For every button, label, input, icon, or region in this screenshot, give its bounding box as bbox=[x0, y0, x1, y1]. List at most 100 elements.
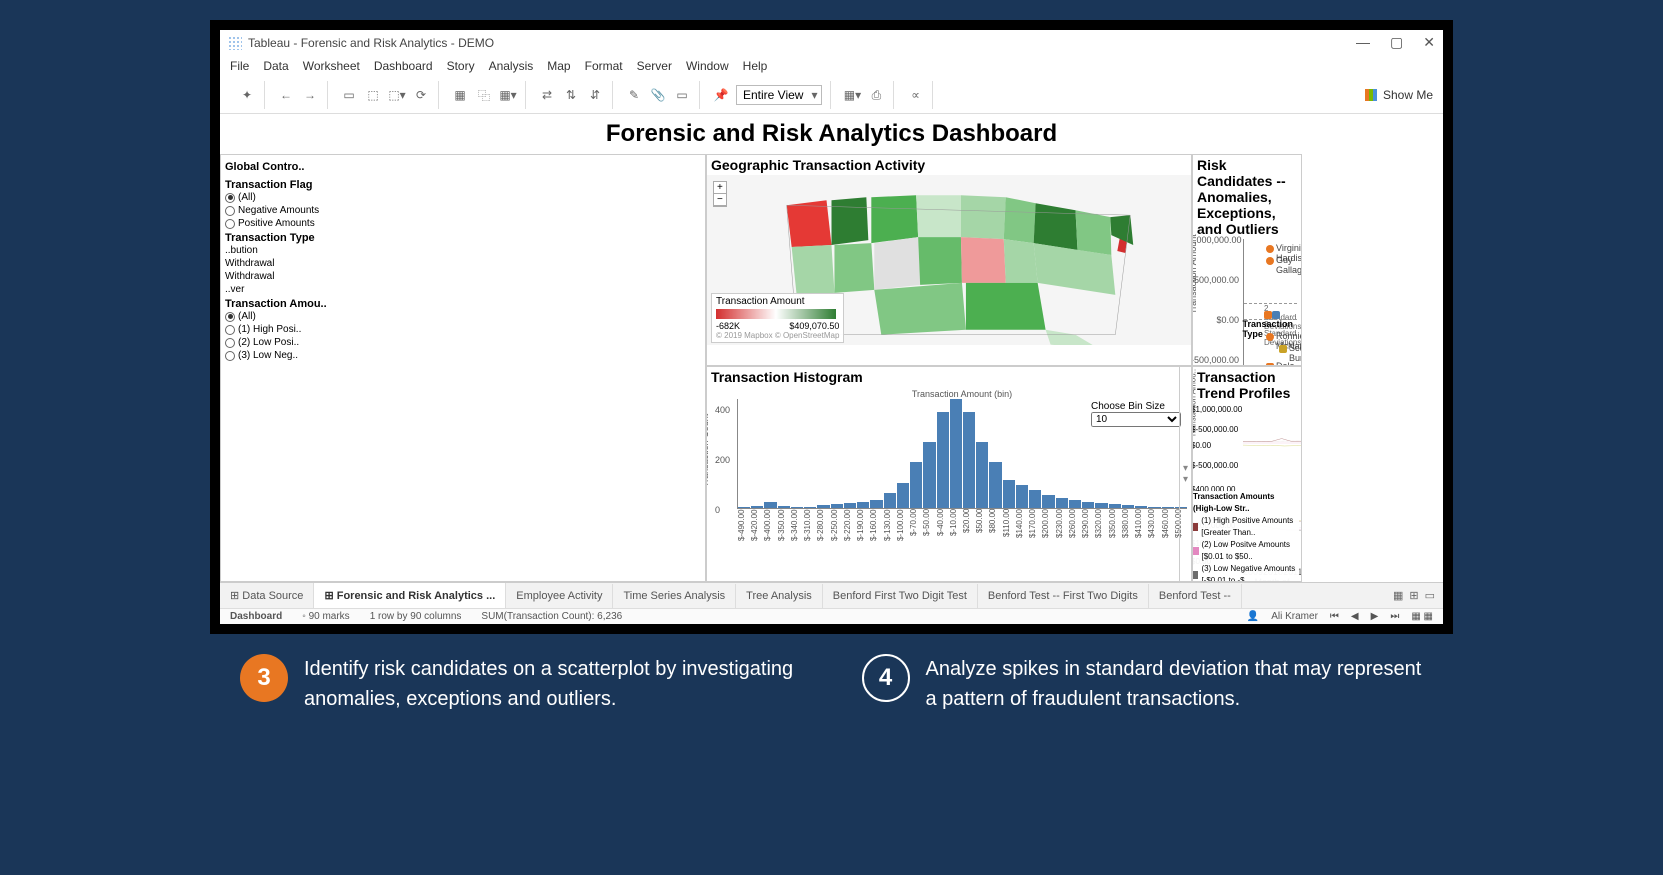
trend-body[interactable]: Transaction Amou.. Transaction A.. $1,00… bbox=[1193, 403, 1301, 582]
histogram-bar bbox=[1109, 504, 1121, 508]
menu-worksheet[interactable]: Worksheet bbox=[303, 59, 360, 73]
view-mode-select[interactable]: Entire View bbox=[736, 85, 822, 105]
histogram-bar bbox=[870, 500, 882, 508]
sort-asc-icon[interactable]: ⇅ bbox=[562, 86, 580, 104]
forward-icon[interactable]: → bbox=[301, 86, 319, 104]
histogram-bar bbox=[937, 412, 949, 508]
tab-dashboard[interactable]: ⊞ Forensic and Risk Analytics ... bbox=[314, 583, 506, 608]
menu-server[interactable]: Server bbox=[637, 59, 672, 73]
menu-file[interactable]: File bbox=[230, 59, 249, 73]
app-frame: Tableau - Forensic and Risk Analytics - … bbox=[210, 20, 1453, 634]
histogram-bar bbox=[1148, 507, 1160, 508]
nav-first-icon[interactable]: ⏮ bbox=[1330, 611, 1339, 622]
back-icon[interactable]: ← bbox=[277, 86, 295, 104]
tableau-icon[interactable]: ✦ bbox=[238, 86, 256, 104]
flag-neg[interactable]: Negative Amounts bbox=[225, 204, 701, 217]
highlight-icon[interactable]: ✎ bbox=[625, 86, 643, 104]
histogram-bar bbox=[884, 493, 896, 508]
duplicate-icon[interactable]: ⿻ bbox=[475, 86, 493, 104]
menu-dashboard[interactable]: Dashboard bbox=[374, 59, 433, 73]
bin-size-select[interactable]: Choose Bin Size 10 bbox=[1091, 401, 1181, 427]
menu-map[interactable]: Map bbox=[547, 59, 570, 73]
swap-icon[interactable]: ⇄ bbox=[538, 86, 556, 104]
flag-pos[interactable]: Positive Amounts bbox=[225, 217, 701, 230]
tab-benford1[interactable]: Benford First Two Digit Test bbox=[823, 584, 978, 608]
nav-prev-icon[interactable]: ◀ bbox=[1351, 611, 1359, 622]
maximize-button[interactable]: ▢ bbox=[1390, 34, 1403, 51]
histogram-bar bbox=[804, 507, 816, 508]
minimize-button[interactable]: — bbox=[1356, 34, 1370, 51]
histogram-panel: Transaction Histogram Transaction Count … bbox=[706, 366, 1192, 582]
refresh-icon[interactable]: ⟳ bbox=[412, 86, 430, 104]
map-zoom-controls[interactable]: +− bbox=[713, 181, 727, 207]
clear-icon[interactable]: ▦▾ bbox=[499, 86, 517, 104]
histogram-bar bbox=[1162, 507, 1174, 508]
histogram-bar bbox=[738, 507, 750, 508]
callout-4: 4 Analyze spikes in standard deviation t… bbox=[862, 654, 1424, 714]
map-area[interactable]: +− Transaction Amount -682K $409,070.50 … bbox=[707, 175, 1191, 345]
close-button[interactable]: ✕ bbox=[1423, 34, 1435, 51]
histogram-bar bbox=[1082, 502, 1094, 508]
toolbar: ✦ ← → ▭ ⬚ ⬚▾ ⟳ ▦ ⿻ ▦▾ ⇄ ⇅ ⇵ ✎ 📎 ▭ 📌 Enti… bbox=[220, 77, 1443, 114]
menu-data[interactable]: Data bbox=[263, 59, 288, 73]
tab-data-source[interactable]: ⊞ Data Source bbox=[220, 583, 314, 608]
filters-panel: Global Contro.. Transaction Flag (All) N… bbox=[220, 154, 706, 582]
histogram-bar bbox=[1095, 503, 1107, 508]
nav-last-icon[interactable]: ⏭ bbox=[1390, 611, 1399, 622]
histogram-bar bbox=[1069, 500, 1081, 508]
scatter-body[interactable]: Transaction Amount $1,000,000.00 $500,00… bbox=[1193, 239, 1301, 366]
flag-all[interactable]: (All) bbox=[225, 191, 701, 204]
pin-icon[interactable]: 📌 bbox=[712, 86, 730, 104]
labels-icon[interactable]: ▭ bbox=[673, 86, 691, 104]
new-sheet-icon[interactable]: ▦ bbox=[1393, 589, 1403, 602]
refresh-data-icon[interactable]: ⬚▾ bbox=[388, 86, 406, 104]
tab-benford2[interactable]: Benford Test -- First Two Digits bbox=[978, 584, 1149, 608]
menu-analysis[interactable]: Analysis bbox=[489, 59, 534, 73]
histogram-bar bbox=[897, 483, 909, 508]
presentation-icon[interactable]: ▦▾ bbox=[843, 86, 861, 104]
show-me-icon bbox=[1365, 89, 1377, 101]
histogram-body[interactable]: Transaction Count Transaction Amount (bi… bbox=[707, 387, 1191, 577]
trend-panel: Transaction Trend Profiles Transaction A… bbox=[1192, 366, 1302, 582]
group-icon[interactable]: 📎 bbox=[649, 86, 667, 104]
tab-tree[interactable]: Tree Analysis bbox=[736, 584, 823, 608]
nav-next-icon[interactable]: ▶ bbox=[1371, 611, 1379, 622]
histogram-bar bbox=[857, 502, 869, 508]
tab-benford3[interactable]: Benford Test -- bbox=[1149, 584, 1242, 608]
map-legend: Transaction Amount -682K $409,070.50 © 2… bbox=[711, 293, 844, 343]
share-icon[interactable]: ∝ bbox=[906, 86, 924, 104]
trend-title: Transaction Trend Profiles bbox=[1193, 367, 1301, 403]
new-story-icon[interactable]: ▭ bbox=[1425, 589, 1435, 602]
sort-desc-icon[interactable]: ⇵ bbox=[586, 86, 604, 104]
save-icon[interactable]: ▭ bbox=[340, 86, 358, 104]
menu-format[interactable]: Format bbox=[585, 59, 623, 73]
show-me-button[interactable]: Show Me bbox=[1365, 88, 1433, 102]
histogram-title: Transaction Histogram bbox=[707, 367, 1191, 387]
zoom-icon[interactable]: ▦ ▦ bbox=[1411, 611, 1433, 622]
histogram-bar bbox=[963, 412, 975, 508]
new-worksheet-icon[interactable]: ▦ bbox=[451, 86, 469, 104]
trend-legend: Transaction Amounts (High-Low Str.. (1) … bbox=[1193, 491, 1299, 582]
user-icon: 👤 bbox=[1247, 611, 1259, 622]
histogram-bar bbox=[817, 505, 829, 508]
scatter-panel: Risk Candidates -- Anomalies, Exceptions… bbox=[1192, 154, 1302, 366]
new-dashboard-icon[interactable]: ⊞ bbox=[1409, 589, 1418, 602]
download-icon[interactable]: ⎙ bbox=[867, 86, 885, 104]
trend-chart-top bbox=[1243, 403, 1301, 483]
panel-handle[interactable]: ▾▾ bbox=[1179, 367, 1191, 581]
menu-window[interactable]: Window bbox=[686, 59, 729, 73]
histogram-bar bbox=[950, 399, 962, 508]
menu-story[interactable]: Story bbox=[447, 59, 475, 73]
menu-help[interactable]: Help bbox=[743, 59, 768, 73]
histogram-bar bbox=[923, 442, 935, 508]
histogram-bar bbox=[778, 506, 790, 508]
scatter-title: Risk Candidates -- Anomalies, Exceptions… bbox=[1193, 155, 1301, 239]
new-data-icon[interactable]: ⬚ bbox=[364, 86, 382, 104]
tab-employee[interactable]: Employee Activity bbox=[506, 584, 613, 608]
histogram-bar bbox=[1042, 495, 1054, 508]
callout-3: 3 Identify risk candidates on a scatterp… bbox=[240, 654, 802, 714]
tab-timeseries[interactable]: Time Series Analysis bbox=[613, 584, 736, 608]
amt-all[interactable]: (All) bbox=[225, 310, 701, 323]
histogram-bar bbox=[791, 507, 803, 508]
histogram-bar bbox=[989, 462, 1001, 508]
